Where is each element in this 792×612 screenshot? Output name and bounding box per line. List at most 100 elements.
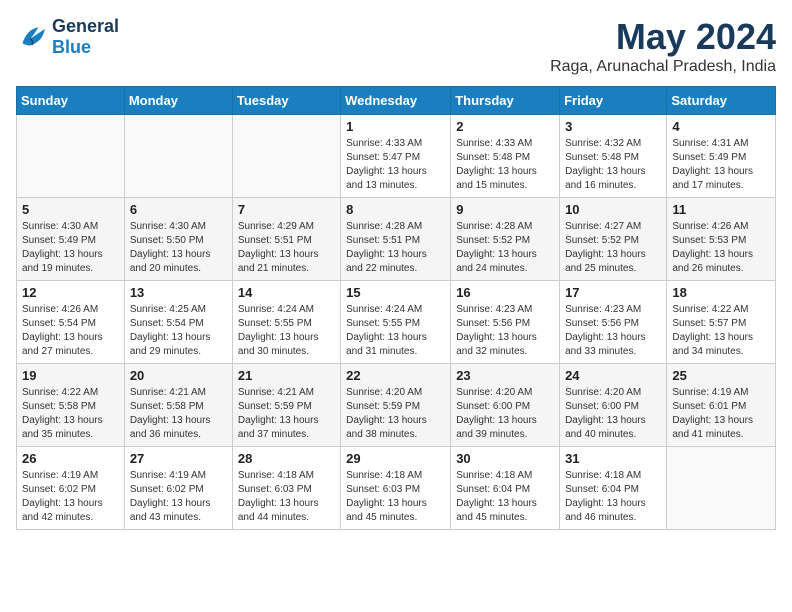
page-header: General Blue May 2024 Raga, Arunachal Pr… [16,16,776,76]
calendar-cell: 21 Sunrise: 4:21 AM Sunset: 5:59 PM Dayli… [232,364,340,447]
calendar-cell: 13 Sunrise: 4:25 AM Sunset: 5:54 PM Dayli… [124,281,232,364]
day-info: Sunrise: 4:26 AM Sunset: 5:54 PM Dayligh… [22,303,119,359]
header-monday: Monday [124,87,232,115]
calendar-cell: 19Sunrise: 4:22 AM Sunset: 5:58 PM Dayli… [17,364,125,447]
calendar-cell: 29Sunrise: 4:18 AM Sunset: 6:03 PM Dayli… [341,447,451,530]
calendar-cell: 4 Sunrise: 4:31 AM Sunset: 5:49 PM Daylig… [667,115,776,198]
calendar-table: Sunday Monday Tuesday Wednesday Thursday… [16,86,776,530]
day-number: 24 [565,368,661,383]
day-info: Sunrise: 4:23 AM Sunset: 5:56 PM Dayligh… [565,303,661,359]
calendar-cell: 22 Sunrise: 4:20 AM Sunset: 5:59 PM Dayli… [341,364,451,447]
day-number: 29 [346,451,445,466]
day-number: 12 [22,285,119,300]
day-info: Sunrise: 4:29 AM Sunset: 5:51 PM Dayligh… [238,220,335,276]
title-block: May 2024 Raga, Arunachal Pradesh, India [550,16,776,76]
day-info: Sunrise: 4:31 AM Sunset: 5:49 PM Dayligh… [672,137,770,193]
day-info: Sunrise: 4:23 AM Sunset: 5:56 PM Dayligh… [456,303,554,359]
day-number: 15 [346,285,445,300]
day-info: Sunrise: 4:33 AM Sunset: 5:48 PM Dayligh… [456,137,554,193]
calendar-cell: 14 Sunrise: 4:24 AM Sunset: 5:55 PM Dayli… [232,281,340,364]
day-number: 4 [672,119,770,134]
day-number: 13 [130,285,227,300]
calendar-cell [232,115,340,198]
day-number: 23 [456,368,554,383]
day-number: 25 [672,368,770,383]
calendar-cell: 6 Sunrise: 4:30 AM Sunset: 5:50 PM Daylig… [124,198,232,281]
day-number: 9 [456,202,554,217]
calendar-cell: 15Sunrise: 4:24 AM Sunset: 5:55 PM Dayli… [341,281,451,364]
location: Raga, Arunachal Pradesh, India [550,58,776,76]
day-info: Sunrise: 4:30 AM Sunset: 5:50 PM Dayligh… [130,220,227,276]
day-number: 5 [22,202,119,217]
day-info: Sunrise: 4:20 AM Sunset: 6:00 PM Dayligh… [456,386,554,442]
day-info: Sunrise: 4:19 AM Sunset: 6:01 PM Dayligh… [672,386,770,442]
calendar-cell: 1 Sunrise: 4:33 AM Sunset: 5:47 PM Daylig… [341,115,451,198]
day-number: 26 [22,451,119,466]
day-number: 1 [346,119,445,134]
weekday-header-row: Sunday Monday Tuesday Wednesday Thursday… [17,87,776,115]
day-info: Sunrise: 4:26 AM Sunset: 5:53 PM Dayligh… [672,220,770,276]
day-info: Sunrise: 4:18 AM Sunset: 6:03 PM Dayligh… [238,469,335,525]
week-row-5: 26 Sunrise: 4:19 AM Sunset: 6:02 PM Dayli… [17,447,776,530]
day-number: 18 [672,285,770,300]
day-info: Sunrise: 4:20 AM Sunset: 6:00 PM Dayligh… [565,386,661,442]
day-number: 21 [238,368,335,383]
day-number: 6 [130,202,227,217]
calendar-cell: 25 Sunrise: 4:19 AM Sunset: 6:01 PM Dayli… [667,364,776,447]
day-number: 22 [346,368,445,383]
calendar-cell: 12 Sunrise: 4:26 AM Sunset: 5:54 PM Dayli… [17,281,125,364]
day-number: 17 [565,285,661,300]
day-number: 30 [456,451,554,466]
day-number: 8 [346,202,445,217]
calendar-cell: 5 Sunrise: 4:30 AM Sunset: 5:49 PM Daylig… [17,198,125,281]
day-number: 2 [456,119,554,134]
calendar-cell: 8 Sunrise: 4:28 AM Sunset: 5:51 PM Daylig… [341,198,451,281]
day-info: Sunrise: 4:30 AM Sunset: 5:49 PM Dayligh… [22,220,119,276]
calendar-cell [17,115,125,198]
logo: General Blue [16,16,119,58]
calendar-cell: 27Sunrise: 4:19 AM Sunset: 6:02 PM Dayli… [124,447,232,530]
month-title: May 2024 [550,16,776,58]
logo-text: General Blue [52,16,119,58]
calendar-cell: 24 Sunrise: 4:20 AM Sunset: 6:00 PM Dayli… [560,364,667,447]
day-info: Sunrise: 4:33 AM Sunset: 5:47 PM Dayligh… [346,137,445,193]
day-info: Sunrise: 4:32 AM Sunset: 5:48 PM Dayligh… [565,137,661,193]
calendar-cell: 16 Sunrise: 4:23 AM Sunset: 5:56 PM Dayli… [451,281,560,364]
day-number: 7 [238,202,335,217]
calendar-cell: 9 Sunrise: 4:28 AM Sunset: 5:52 PM Daylig… [451,198,560,281]
logo-icon [16,21,48,53]
day-info: Sunrise: 4:18 AM Sunset: 6:04 PM Dayligh… [565,469,661,525]
day-number: 14 [238,285,335,300]
day-number: 11 [672,202,770,217]
calendar-cell: 31 Sunrise: 4:18 AM Sunset: 6:04 PM Dayli… [560,447,667,530]
day-info: Sunrise: 4:19 AM Sunset: 6:02 PM Dayligh… [22,469,119,525]
header-wednesday: Wednesday [341,87,451,115]
calendar-cell: 17 Sunrise: 4:23 AM Sunset: 5:56 PM Dayli… [560,281,667,364]
day-number: 19 [22,368,119,383]
day-number: 10 [565,202,661,217]
day-number: 27 [130,451,227,466]
day-number: 16 [456,285,554,300]
calendar-cell: 26 Sunrise: 4:19 AM Sunset: 6:02 PM Dayli… [17,447,125,530]
day-number: 31 [565,451,661,466]
header-saturday: Saturday [667,87,776,115]
day-info: Sunrise: 4:18 AM Sunset: 6:04 PM Dayligh… [456,469,554,525]
calendar-cell: 28 Sunrise: 4:18 AM Sunset: 6:03 PM Dayli… [232,447,340,530]
header-sunday: Sunday [17,87,125,115]
day-info: Sunrise: 4:25 AM Sunset: 5:54 PM Dayligh… [130,303,227,359]
day-number: 28 [238,451,335,466]
day-number: 20 [130,368,227,383]
header-tuesday: Tuesday [232,87,340,115]
day-info: Sunrise: 4:28 AM Sunset: 5:52 PM Dayligh… [456,220,554,276]
calendar-cell [667,447,776,530]
day-info: Sunrise: 4:20 AM Sunset: 5:59 PM Dayligh… [346,386,445,442]
day-info: Sunrise: 4:28 AM Sunset: 5:51 PM Dayligh… [346,220,445,276]
calendar-cell: 18Sunrise: 4:22 AM Sunset: 5:57 PM Dayli… [667,281,776,364]
header-thursday: Thursday [451,87,560,115]
day-number: 3 [565,119,661,134]
header-friday: Friday [560,87,667,115]
day-info: Sunrise: 4:21 AM Sunset: 5:59 PM Dayligh… [238,386,335,442]
day-info: Sunrise: 4:21 AM Sunset: 5:58 PM Dayligh… [130,386,227,442]
calendar-cell: 10Sunrise: 4:27 AM Sunset: 5:52 PM Dayli… [560,198,667,281]
day-info: Sunrise: 4:24 AM Sunset: 5:55 PM Dayligh… [238,303,335,359]
